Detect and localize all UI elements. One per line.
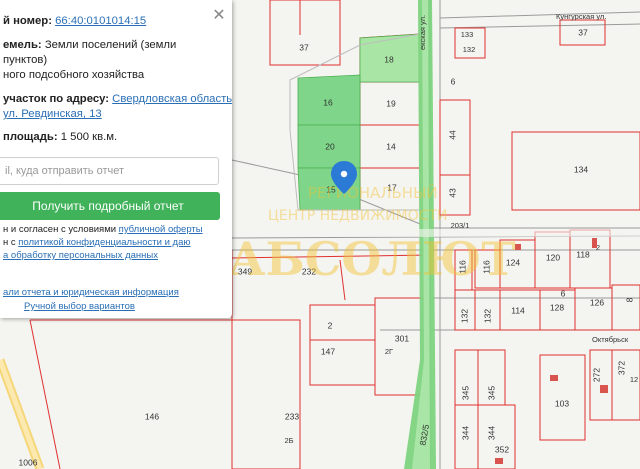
watermark-subtitle: ЦЕНТР НЕДВИЖИМОСТИ [268, 208, 448, 224]
parcel-label: 372 [616, 361, 626, 375]
parcel-label: 352 [495, 444, 509, 454]
parcel-label: 344 [460, 426, 470, 440]
area-label: площадь: [3, 131, 58, 143]
get-report-button[interactable]: Получить подробный отчет [0, 192, 220, 220]
parcel-label: 2 [328, 320, 333, 330]
parcel-label: 272 [591, 368, 601, 382]
parcel-label: 18 [384, 54, 394, 64]
email-input[interactable] [0, 157, 219, 185]
privacy-policy-link[interactable]: политикой конфиденциальности и даю [18, 237, 190, 248]
parcel-label: 114 [511, 305, 525, 315]
parcel-label: 8 [624, 297, 634, 302]
land-category-value: ного подсобного хозяйства [3, 69, 145, 81]
street-label: Кунгурская ул. [556, 12, 606, 21]
parcel-label: 120 [546, 252, 560, 262]
parcel-label: 16 [323, 97, 333, 107]
parcel-label: 12 [630, 375, 638, 384]
parcel-label: 2Г [385, 347, 393, 356]
agreement-text: н и согласен с условиями [3, 224, 119, 235]
parcel-label: 345 [460, 386, 470, 400]
parcel-label: 203/1 [451, 221, 470, 230]
cadastral-number-label: й номер: [3, 15, 52, 27]
address-link[interactable]: ул. Ревдинская, 13 [3, 108, 102, 120]
parcel-label: 2Б [284, 436, 293, 445]
parcel-label: 37 [578, 27, 588, 37]
parcel-label: 146 [145, 411, 159, 421]
street-label: екская ул. [418, 15, 427, 50]
parcel-label: 19 [386, 98, 396, 108]
parcel-label: 6 [561, 288, 566, 298]
parcel-label: 126 [590, 297, 604, 307]
parcel-label: 344 [486, 426, 496, 440]
parcel-label: 44 [447, 130, 457, 140]
watermark-subtitle: РЕГИОНАЛЬНЫЙ [308, 183, 438, 202]
parcel-label: 132 [463, 45, 476, 54]
parcel-label: 103 [555, 398, 569, 408]
parcel-label: 1006 [19, 457, 38, 467]
watermark-title: АБСОЛЮТ [228, 232, 516, 286]
area-value: 1 500 кв.м. [60, 131, 118, 143]
parcel-label: 345 [486, 386, 496, 400]
manual-select-link[interactable]: Ручной выбор вариантов [24, 301, 135, 312]
cadastral-number-link[interactable]: 66:40:0101014:15 [55, 15, 146, 27]
address-label: участок по адресу: [3, 93, 110, 105]
parcel-label: 134 [574, 164, 588, 174]
parcel-label: 133 [461, 30, 474, 39]
parcel-label: 147 [321, 346, 335, 356]
parcel-label: 132 [459, 309, 469, 323]
parcel-label: 14 [386, 141, 396, 151]
street-label: Октябрьск [592, 335, 629, 344]
report-details-link[interactable]: али отчета и юридическая информация [3, 287, 179, 298]
parcel-label: 118 [576, 249, 590, 259]
agreement-text: н с [3, 237, 19, 248]
land-category-value: пунктов) [3, 54, 48, 66]
parcel-label: 20 [325, 141, 335, 151]
parcel-label: 301 [395, 333, 409, 343]
close-icon[interactable]: ✕ [211, 8, 227, 24]
parcel-label: 128 [550, 302, 564, 312]
land-category-label: емель: [3, 39, 42, 51]
parcel-label: 37 [299, 42, 309, 52]
parcel-label: 43 [447, 188, 457, 198]
parcel-label: 6 [451, 76, 456, 86]
parcel-label: 132 [482, 309, 492, 323]
data-processing-link[interactable]: а обработку персональных данных [3, 250, 158, 261]
address-link[interactable]: Свердловская область, [112, 93, 232, 105]
land-category-value: Земли поселений (земли [44, 39, 177, 51]
public-offer-link[interactable]: публичной оферты [119, 224, 203, 235]
parcel-info-panel: й номер: 66:40:0101014:15 ✕ емель: Земли… [0, 0, 232, 318]
parcel-label: 233 [285, 411, 299, 421]
